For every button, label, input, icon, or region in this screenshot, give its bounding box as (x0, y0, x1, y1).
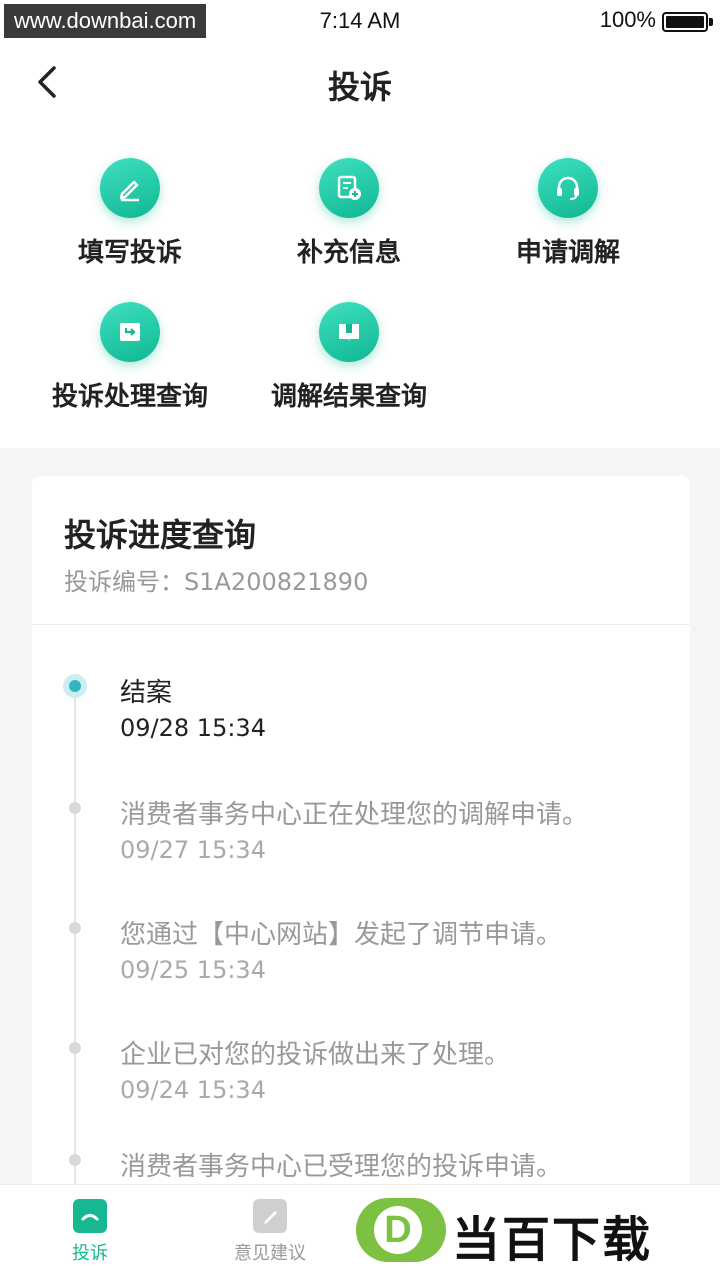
chat-bubble-icon (73, 1199, 107, 1233)
supplement-info-label: 补充信息 (296, 238, 401, 268)
mediation-result-button[interactable]: 调解结果查询 (239, 302, 459, 413)
timeline-text: 您通过【中心网站】发起了调节申请。 (120, 920, 563, 950)
timeline-dot (69, 1154, 81, 1166)
brand-watermark: D 当百下载 (356, 1198, 718, 1268)
timeline-time: 09/25 15:34 (120, 956, 266, 984)
complaint-page: www.downbai.com 7:14 AM 100% 投诉 填写投诉 补充信… (0, 0, 720, 1280)
tab-suggestions[interactable]: 意见建议 (180, 1199, 360, 1265)
apply-mediation-label: 申请调解 (515, 238, 620, 268)
headset-icon (538, 158, 598, 218)
timeline-dot (69, 1042, 81, 1054)
complaint-query-button[interactable]: 投诉处理查询 (20, 302, 240, 413)
brand-name: 当百下载 (452, 1212, 653, 1268)
complaint-query-label: 投诉处理查询 (51, 382, 208, 412)
progress-title: 投诉进度查询 (64, 516, 257, 554)
timeline-time: 09/24 15:34 (120, 1076, 266, 1104)
function-grid: 填写投诉 补充信息 申请调解 投诉处理查询 调解结果查询 (0, 120, 720, 448)
tab-complaint[interactable]: 投诉 (0, 1199, 180, 1265)
pencil-icon (100, 158, 160, 218)
return-box-icon (100, 302, 160, 362)
supplement-info-button[interactable]: 补充信息 (239, 158, 459, 269)
brand-logo-letter: D (374, 1206, 422, 1254)
page-title: 投诉 (327, 68, 392, 106)
divider (32, 624, 690, 625)
timeline-dot (69, 802, 81, 814)
book-icon (319, 302, 379, 362)
battery-tip (709, 18, 713, 26)
tab-suggestions-label: 意见建议 (234, 1243, 306, 1264)
document-add-icon (319, 158, 379, 218)
timeline-text: 消费者事务中心正在处理您的调解申请。 (120, 800, 589, 830)
battery-icon (662, 12, 708, 32)
tab-complaint-label: 投诉 (72, 1243, 108, 1264)
fill-complaint-button[interactable]: 填写投诉 (20, 158, 240, 269)
mediation-result-label: 调解结果查询 (270, 382, 427, 412)
complaint-number: 投诉编号：S1A200821890 (64, 568, 369, 596)
timeline-dot-active (63, 674, 87, 698)
edit-note-icon (253, 1199, 287, 1233)
timeline-text: 企业已对您的投诉做出来了处理。 (120, 1040, 511, 1070)
progress-card: 投诉进度查询 投诉编号：S1A200821890 结案 09/28 15:34 … (32, 476, 690, 1280)
timeline-text: 结案 (120, 678, 173, 708)
status-bar: www.downbai.com 7:14 AM 100% (0, 0, 720, 44)
apply-mediation-button[interactable]: 申请调解 (458, 158, 678, 269)
nav-header: 投诉 (0, 44, 720, 120)
brand-logo-icon: D (356, 1198, 446, 1262)
timeline-dot (69, 922, 81, 934)
timeline-time: 09/27 15:34 (120, 836, 266, 864)
battery-percent: 100% (599, 7, 656, 32)
timeline-text: 消费者事务中心已受理您的投诉申请。 (120, 1152, 563, 1182)
timeline-time: 09/28 15:34 (120, 714, 266, 742)
fill-complaint-label: 填写投诉 (77, 238, 182, 268)
